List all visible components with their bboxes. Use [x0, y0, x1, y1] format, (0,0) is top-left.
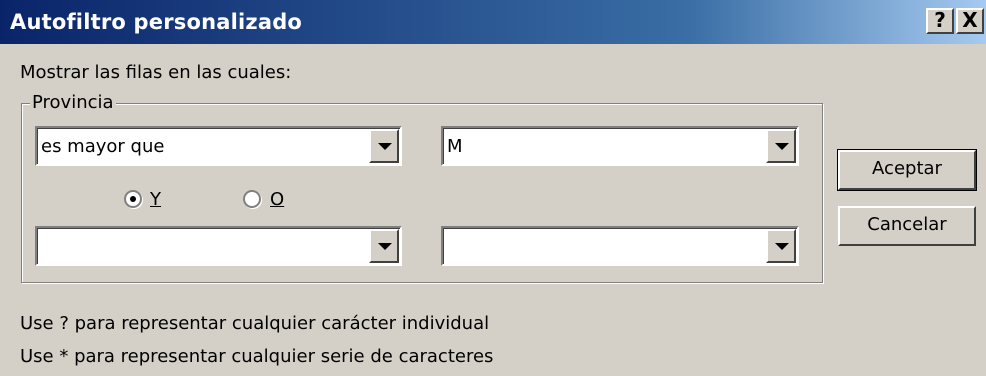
window-title: Autofiltro personalizado — [10, 10, 303, 34]
value-combo-1-value: M — [447, 136, 463, 157]
hint-single-char: Use ? para representar cualquier carácte… — [20, 313, 490, 334]
ok-button[interactable]: Aceptar — [837, 149, 977, 191]
operator-combo-1[interactable]: es mayor que — [35, 126, 402, 166]
operator-combo-1-value: es mayor que — [41, 136, 165, 157]
instructions-label: Mostrar las filas en las cuales: — [20, 62, 292, 83]
title-bar[interactable]: Autofiltro personalizado ? X — [0, 0, 986, 44]
chevron-down-icon[interactable] — [766, 129, 796, 163]
value-combo-1[interactable]: M — [441, 126, 799, 166]
radio-selected-icon[interactable] — [124, 190, 142, 208]
chevron-down-icon[interactable] — [369, 229, 399, 263]
operator-combo-2[interactable] — [35, 226, 402, 266]
chevron-down-icon[interactable] — [766, 229, 796, 263]
field-name-label: Provincia — [30, 92, 116, 113]
help-button[interactable]: ? — [926, 8, 954, 34]
cancel-button[interactable]: Cancelar — [838, 206, 976, 246]
radio-unselected-icon[interactable] — [243, 190, 261, 208]
custom-autofilter-dialog: Autofiltro personalizado ? X Mostrar las… — [0, 0, 986, 376]
and-radio-label[interactable]: Y — [150, 189, 161, 210]
or-radio-label[interactable]: O — [270, 189, 284, 210]
value-combo-2[interactable] — [441, 226, 799, 266]
close-button[interactable]: X — [956, 8, 984, 34]
hint-char-series: Use * para representar cualquier serie d… — [20, 346, 494, 367]
chevron-down-icon[interactable] — [369, 129, 399, 163]
